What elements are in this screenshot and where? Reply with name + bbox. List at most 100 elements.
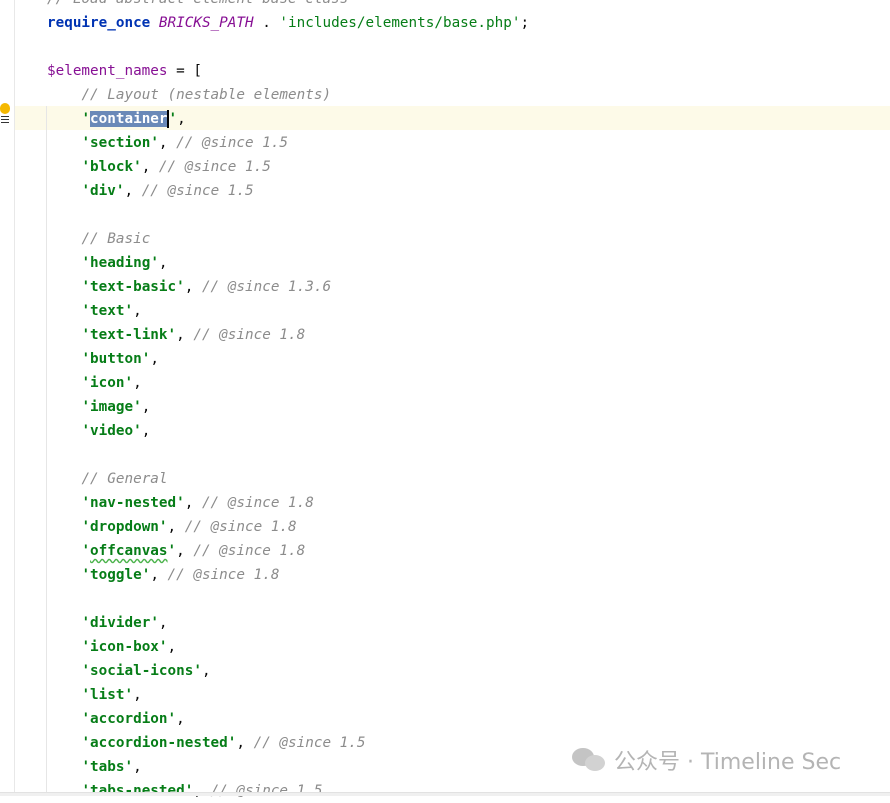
code-line[interactable]: 'nav-nested', // @since 1.8 bbox=[47, 491, 529, 515]
watermark-text: 公众号 · Timeline Sec bbox=[614, 750, 842, 775]
intention-bulb-icon[interactable] bbox=[0, 103, 10, 114]
code-line[interactable]: $element_names = [ bbox=[47, 59, 529, 83]
code-line[interactable] bbox=[47, 443, 529, 467]
string-quote: ' bbox=[193, 663, 202, 679]
code-line[interactable]: 'button', bbox=[47, 347, 529, 371]
string-quote: ' bbox=[81, 735, 91, 751]
string-quote: ' bbox=[150, 255, 159, 271]
editor-bottom-edge bbox=[0, 792, 890, 796]
element-name-string: text-basic bbox=[90, 279, 177, 295]
code-line[interactable]: 'accordion-nested', // @since 1.5 bbox=[47, 731, 529, 755]
code-line[interactable]: 'icon', bbox=[47, 371, 529, 395]
comment-token: // @since 1.5 bbox=[158, 159, 271, 175]
string-quote: ' bbox=[141, 567, 151, 583]
string-quote: ' bbox=[81, 303, 91, 319]
wechat-icon bbox=[572, 748, 606, 772]
code-line[interactable]: 'image', bbox=[47, 395, 529, 419]
string-quote: ' bbox=[133, 399, 142, 415]
string-quote: ' bbox=[133, 423, 142, 439]
string-quote: ' bbox=[81, 639, 91, 655]
code-line[interactable]: 'section', // @since 1.5 bbox=[47, 131, 529, 155]
string-quote: ' bbox=[141, 351, 151, 367]
code-line[interactable]: 'video', bbox=[47, 419, 529, 443]
code-line[interactable]: // Load abstract element base class bbox=[47, 0, 529, 11]
string-quote: ' bbox=[81, 399, 91, 415]
comment-token: // @since 1.8 bbox=[201, 495, 314, 511]
string-quote: ' bbox=[81, 759, 91, 775]
comment-token: // @since 1.5 bbox=[210, 783, 323, 799]
comment-token: // @since 1.8 bbox=[193, 543, 306, 559]
string-quote: ' bbox=[150, 135, 159, 151]
code-line[interactable]: 'divider', bbox=[47, 611, 529, 635]
element-name-string: dropdown bbox=[90, 519, 159, 535]
element-name-string: divider bbox=[90, 615, 151, 631]
code-line[interactable]: 'accordion', bbox=[47, 707, 529, 731]
element-name-string: video bbox=[90, 423, 134, 439]
code-line[interactable]: 'dropdown', // @since 1.8 bbox=[47, 515, 529, 539]
string-quote: ' bbox=[81, 351, 91, 367]
comment-token: // @since 1.5 bbox=[141, 183, 254, 199]
string-quote: ' bbox=[124, 687, 134, 703]
watermark: 公众号 · Timeline Sec bbox=[572, 744, 841, 776]
string-quote: ' bbox=[158, 519, 168, 535]
element-name-string: heading bbox=[90, 255, 151, 271]
string-quote: ' bbox=[81, 711, 91, 727]
string-quote: ' bbox=[124, 375, 134, 391]
code-line[interactable]: 'text-link', // @since 1.8 bbox=[47, 323, 529, 347]
element-name-string: toggle bbox=[90, 567, 142, 583]
string-quote: ' bbox=[81, 255, 91, 271]
code-line[interactable]: 'heading', bbox=[47, 251, 529, 275]
comment-token: // Layout (nestable elements) bbox=[81, 87, 332, 103]
element-name-string: section bbox=[90, 135, 151, 151]
string-quote: ' bbox=[81, 279, 91, 295]
comment-token: // @since 1.8 bbox=[193, 327, 306, 343]
code-line[interactable]: require_once BRICKS_PATH . 'includes/ele… bbox=[47, 11, 529, 35]
string-quote: ' bbox=[115, 183, 125, 199]
code-editor[interactable]: // Load abstract element base class requi… bbox=[47, 0, 529, 803]
operator-token: . bbox=[253, 15, 280, 31]
code-line[interactable]: 'tabs-nested', // @since 1.5 bbox=[47, 779, 529, 803]
string-quote: ' bbox=[150, 615, 159, 631]
code-line[interactable] bbox=[47, 587, 529, 611]
element-name-string: icon bbox=[90, 375, 125, 391]
string-quote: ' bbox=[176, 279, 185, 295]
element-name-string: nav-nested bbox=[90, 495, 177, 511]
code-line[interactable] bbox=[47, 35, 529, 59]
string-quote: ' bbox=[81, 687, 91, 703]
string-quote: ' bbox=[81, 327, 91, 343]
code-line[interactable]: 'social-icons', bbox=[47, 659, 529, 683]
code-line[interactable]: 'toggle', // @since 1.8 bbox=[47, 563, 529, 587]
code-line[interactable]: 'block', // @since 1.5 bbox=[47, 155, 529, 179]
string-quote: ' bbox=[176, 495, 185, 511]
code-line[interactable]: 'offcanvas', // @since 1.8 bbox=[47, 539, 529, 563]
code-line[interactable] bbox=[47, 203, 529, 227]
string-quote: ' bbox=[167, 327, 177, 343]
operator-token: = [ bbox=[167, 63, 202, 79]
element-name-string: text bbox=[90, 303, 125, 319]
code-line[interactable]: // General bbox=[47, 467, 529, 491]
string-quote: ' bbox=[81, 543, 91, 559]
string-quote: ' bbox=[124, 303, 134, 319]
element-name-string: button bbox=[90, 351, 142, 367]
element-name-string: accordion bbox=[90, 711, 168, 727]
code-line[interactable]: 'text-basic', // @since 1.3.6 bbox=[47, 275, 529, 299]
code-line[interactable]: 'div', // @since 1.5 bbox=[47, 179, 529, 203]
code-line[interactable]: // Layout (nestable elements) bbox=[47, 83, 529, 107]
element-name-string: tabs-nested bbox=[90, 783, 185, 799]
code-line[interactable]: 'icon-box', bbox=[47, 635, 529, 659]
string-quote: ' bbox=[81, 615, 91, 631]
constant-token: BRICKS_PATH bbox=[158, 15, 254, 31]
code-line[interactable]: // Basic bbox=[47, 227, 529, 251]
string-quote: ' bbox=[81, 423, 91, 439]
code-line[interactable]: 'tabs', bbox=[47, 755, 529, 779]
code-line[interactable]: 'list', bbox=[47, 683, 529, 707]
code-line[interactable]: 'text', bbox=[47, 299, 529, 323]
element-name-string: offcanvas bbox=[90, 543, 168, 559]
string-quote: ' bbox=[81, 663, 91, 679]
intention-menu-icon[interactable] bbox=[1, 116, 9, 123]
element-name-string: social-icons bbox=[90, 663, 194, 679]
string-quote: ' bbox=[184, 783, 194, 799]
keyword-token: require_once bbox=[47, 15, 151, 31]
element-name-string: image bbox=[90, 399, 134, 415]
code-line[interactable]: 'container', bbox=[47, 107, 529, 131]
